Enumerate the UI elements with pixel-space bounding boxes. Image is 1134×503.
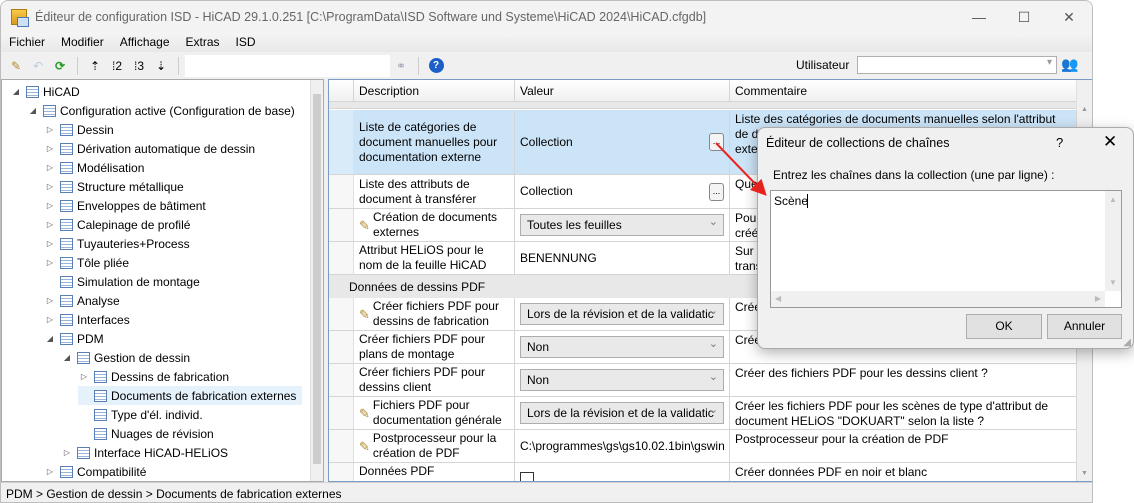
annotation-arrow	[715, 142, 767, 196]
